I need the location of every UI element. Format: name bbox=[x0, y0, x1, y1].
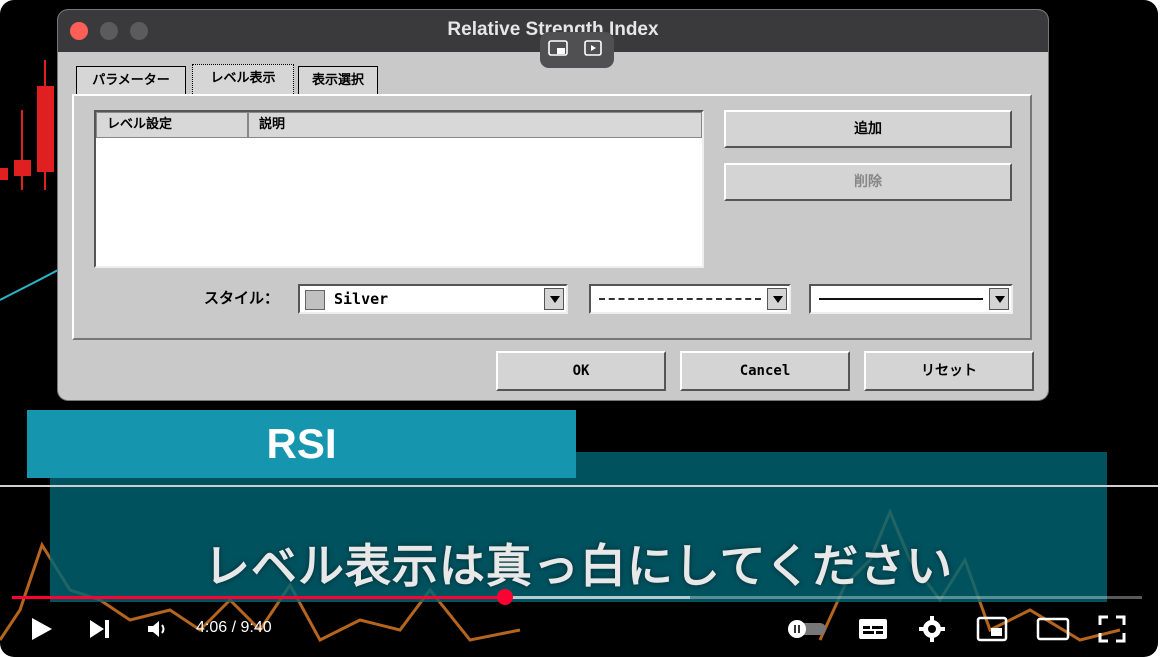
miniplayer-icon[interactable] bbox=[976, 616, 1008, 642]
next-icon[interactable] bbox=[88, 618, 112, 640]
subtitle-text: レベル表示は真っ白にしてください bbox=[203, 539, 954, 593]
settings-icon[interactable] bbox=[918, 615, 946, 643]
rsi-properties-dialog: Relative Strength Index パラメーター レベル表示 表示選… bbox=[58, 10, 1048, 400]
levels-list[interactable]: レベル設定 説明 bbox=[94, 110, 704, 268]
fullscreen-icon[interactable] bbox=[1098, 615, 1126, 643]
cancel-button[interactable]: Cancel bbox=[680, 351, 850, 391]
color-select[interactable]: Silver bbox=[298, 284, 568, 314]
delete-level-button[interactable]: 削除 bbox=[724, 163, 1012, 201]
floating-video-controls bbox=[540, 32, 614, 68]
reset-button[interactable]: リセット bbox=[864, 351, 1034, 391]
time-display: 4:06 / 9:40 bbox=[196, 619, 272, 636]
ok-button[interactable]: OK bbox=[496, 351, 666, 391]
solid-line-preview bbox=[819, 298, 983, 300]
tab-level-display[interactable]: レベル表示 bbox=[192, 64, 294, 96]
tab-parameters[interactable]: パラメーター bbox=[76, 66, 186, 94]
chevron-down-icon[interactable] bbox=[544, 288, 564, 310]
heading-text: RSI bbox=[266, 420, 337, 467]
line-width-select[interactable] bbox=[809, 284, 1013, 314]
progress-scrubber[interactable] bbox=[496, 589, 513, 605]
line-style-select[interactable] bbox=[589, 284, 791, 314]
tab-display-selection[interactable]: 表示選択 bbox=[298, 66, 378, 94]
add-level-button[interactable]: 追加 bbox=[724, 110, 1012, 148]
heading-band: RSI bbox=[27, 410, 576, 478]
autoplay-toggle-icon[interactable] bbox=[786, 618, 828, 640]
color-swatch bbox=[305, 290, 325, 310]
chevron-down-icon[interactable] bbox=[767, 288, 787, 310]
video-player[interactable]: Relative Strength Index パラメーター レベル表示 表示選… bbox=[0, 0, 1158, 657]
progress-played bbox=[12, 596, 505, 599]
picture-in-picture-icon[interactable] bbox=[548, 39, 568, 57]
chevron-down-icon[interactable] bbox=[989, 288, 1009, 310]
subtitles-icon[interactable] bbox=[858, 617, 888, 641]
column-header-level[interactable]: レベル設定 bbox=[96, 112, 248, 138]
theater-icon[interactable] bbox=[1036, 617, 1070, 641]
play-icon[interactable] bbox=[30, 616, 54, 642]
live-text-icon[interactable] bbox=[584, 39, 604, 57]
dashed-line-preview bbox=[599, 298, 761, 300]
column-header-description[interactable]: 説明 bbox=[248, 112, 702, 138]
style-label: スタイル： bbox=[204, 289, 280, 307]
divider-line bbox=[0, 485, 1158, 487]
color-select-value: Silver bbox=[334, 290, 389, 308]
volume-icon[interactable] bbox=[146, 618, 170, 640]
